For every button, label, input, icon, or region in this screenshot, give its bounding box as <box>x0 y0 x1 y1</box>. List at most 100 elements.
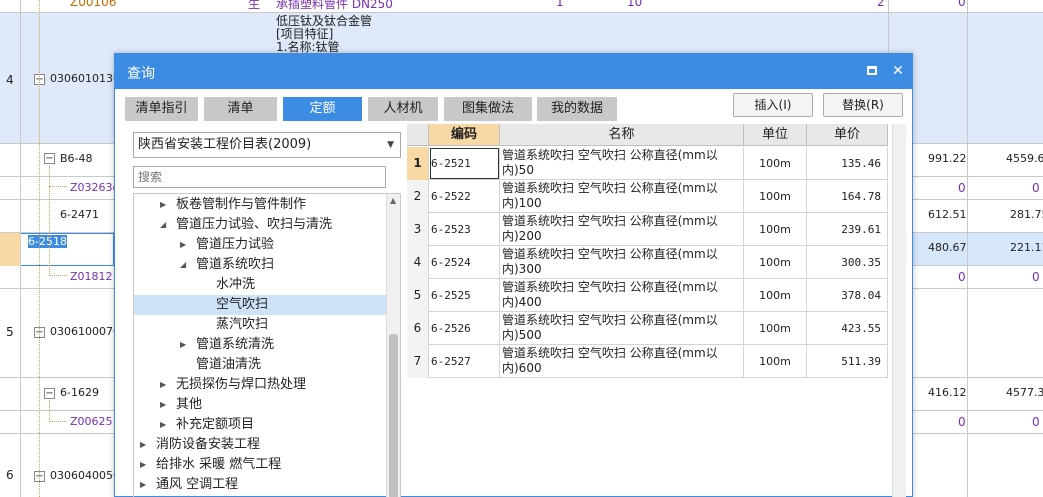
grid-header-name[interactable]: 名称 <box>500 124 744 146</box>
row-number[interactable]: 7 <box>407 345 429 378</box>
tree-node[interactable]: ◢ 管道压力试验、吹扫与清洗 <box>134 215 386 235</box>
row-code[interactable]: 6-2525 <box>429 279 500 312</box>
grid-header-price[interactable]: 单价 <box>807 124 888 146</box>
collapsed-arrow-icon[interactable]: ▶ <box>140 455 146 475</box>
row-unit[interactable]: 100m <box>744 180 807 213</box>
row-code[interactable]: 6-2522 <box>429 180 500 213</box>
row-name[interactable]: 管道系统吹扫 空气吹扫 公称直径(mm以内)100 <box>500 180 744 213</box>
tab-list[interactable]: 清单 <box>204 97 277 121</box>
table-row[interactable]: 2 6-2522 管道系统吹扫 空气吹扫 公称直径(mm以内)100 100m 164.… <box>407 180 888 213</box>
tab-atlas-method[interactable]: 图集做法 <box>444 97 532 121</box>
row-price[interactable]: 423.55 <box>807 312 888 345</box>
tree-node[interactable]: ▶ 通风 空调工程 <box>134 475 386 495</box>
tree-node[interactable]: ▶ 管道系统清洗 <box>134 335 386 355</box>
scroll-up-icon[interactable]: ▲ <box>390 196 396 205</box>
row-v1: 991.22 <box>928 152 967 165</box>
tree-node[interactable]: 水冲洗 <box>134 275 386 295</box>
row-name[interactable]: 管道系统吹扫 空气吹扫 公称直径(mm以内)300 <box>500 246 744 279</box>
row-price[interactable]: 135.46 <box>807 147 888 180</box>
tree-node-label: 通风 空调工程 <box>156 477 239 492</box>
collapse-icon[interactable]: − <box>44 388 55 399</box>
table-row[interactable]: 6 6-2526 管道系统吹扫 空气吹扫 公称直径(mm以内)500 100m 423.… <box>407 312 888 345</box>
collapsed-arrow-icon[interactable]: ▶ <box>180 235 186 255</box>
collapsed-arrow-icon[interactable]: ▶ <box>140 475 146 495</box>
row-unit[interactable]: 100m <box>744 213 807 246</box>
dialog-titlebar[interactable]: 查询 ✕ <box>115 54 912 89</box>
search-input[interactable] <box>133 166 386 188</box>
tree-node[interactable]: ▶ 无损探伤与焊口热处理 <box>134 375 386 395</box>
row-number[interactable]: 6 <box>407 312 429 345</box>
table-row[interactable]: 5 6-2525 管道系统吹扫 空气吹扫 公称直径(mm以内)400 100m 378.… <box>407 279 888 312</box>
library-select[interactable]: 陕西省安装工程价目表(2009) ▼ <box>133 132 401 158</box>
tree-node[interactable]: ▶ 补充定额项目 <box>134 415 386 435</box>
tab-quota[interactable]: 定额 <box>283 97 362 121</box>
row-price[interactable]: 239.61 <box>807 213 888 246</box>
scroll-thumb[interactable] <box>389 334 398 497</box>
collapsed-arrow-icon[interactable]: ▶ <box>180 335 186 355</box>
row-code[interactable]: 6-2521 <box>429 147 500 180</box>
grid-header-unit[interactable]: 单位 <box>744 124 807 146</box>
close-icon[interactable]: ✕ <box>889 62 907 80</box>
table-row[interactable]: 4 6-2524 管道系统吹扫 空气吹扫 公称直径(mm以内)300 100m 300.… <box>407 246 888 279</box>
row-price[interactable]: 164.78 <box>807 180 888 213</box>
row-number[interactable]: 5 <box>407 279 429 312</box>
row-unit[interactable]: 100m <box>744 147 807 180</box>
table-row[interactable]: 1 6-2521 管道系统吹扫 空气吹扫 公称直径(mm以内)50 100m 135.4… <box>407 147 888 180</box>
row-code[interactable]: 6-2527 <box>429 345 500 378</box>
collapsed-arrow-icon[interactable]: ▶ <box>160 395 166 415</box>
row-unit[interactable]: 100m <box>744 246 807 279</box>
row-number[interactable]: 3 <box>407 213 429 246</box>
collapse-icon[interactable]: − <box>44 153 55 164</box>
collapsed-arrow-icon[interactable]: ▶ <box>140 435 146 455</box>
row-name[interactable]: 管道系统吹扫 空气吹扫 公称直径(mm以内)50 <box>500 147 744 180</box>
collapsed-arrow-icon[interactable]: ▶ <box>160 375 166 395</box>
row-number[interactable]: 1 <box>407 147 429 180</box>
row-number[interactable]: 2 <box>407 180 429 213</box>
collapsed-arrow-icon[interactable]: ▶ <box>160 195 166 215</box>
table-row[interactable]: 7 6-2527 管道系统吹扫 空气吹扫 公称直径(mm以内)600 100m 511.… <box>407 345 888 378</box>
row-name[interactable]: 管道系统吹扫 空气吹扫 公称直径(mm以内)600 <box>500 345 744 378</box>
row-v2: 0 <box>1032 415 1040 429</box>
row-unit[interactable]: 100m <box>744 312 807 345</box>
tree-node[interactable]: 空气吹扫 <box>134 295 386 315</box>
expanded-arrow-icon[interactable]: ◢ <box>160 215 166 235</box>
tree-node[interactable]: ▶ 其他 <box>134 395 386 415</box>
row-code[interactable]: 6-2523 <box>429 213 500 246</box>
row-number[interactable]: 4 <box>407 246 429 279</box>
collapsed-arrow-icon[interactable]: ▶ <box>160 415 166 435</box>
expanded-arrow-icon[interactable]: ◢ <box>180 255 186 275</box>
tree-scrollbar[interactable]: ▲ <box>386 194 400 497</box>
tree-node[interactable]: ◢ 管道系统吹扫 <box>134 255 386 275</box>
row-unit[interactable]: 100m <box>744 279 807 312</box>
row-name[interactable]: 管道系统吹扫 空气吹扫 公称直径(mm以内)400 <box>500 279 744 312</box>
row-code[interactable]: 6-2524 <box>429 246 500 279</box>
tree-node[interactable]: ▶ 板卷管制作与管件制作 <box>134 195 386 215</box>
row-code: B6-48 <box>60 152 93 165</box>
tree-node[interactable]: ▶ 消防设备安装工程 <box>134 435 386 455</box>
tab-labor-material[interactable]: 人材机 <box>368 97 438 121</box>
tree-node[interactable]: ▶ 管道压力试验 <box>134 235 386 255</box>
tree-node-label: 补充定额项目 <box>176 417 255 432</box>
row-price[interactable]: 511.39 <box>807 345 888 378</box>
tab-my-data[interactable]: 我的数据 <box>537 97 617 121</box>
maximize-icon[interactable] <box>863 62 881 80</box>
tree-node[interactable]: 管道油清洗 <box>134 355 386 375</box>
grid-header-code[interactable]: 编码 <box>429 124 500 146</box>
tab-list-guide[interactable]: 清单指引 <box>125 97 198 121</box>
row-code: 6-2471 <box>60 208 99 221</box>
row-code[interactable]: 6-2526 <box>429 312 500 345</box>
replace-button[interactable]: 替换(R) <box>823 93 903 117</box>
row-name[interactable]: 管道系统吹扫 空气吹扫 公称直径(mm以内)200 <box>500 213 744 246</box>
row-price[interactable]: 378.04 <box>807 279 888 312</box>
tree-node[interactable]: ▶ 给排水 采暖 燃气工程 <box>134 455 386 475</box>
chevron-down-icon[interactable]: ▼ <box>387 133 394 157</box>
grid-scrollbar[interactable] <box>892 124 906 497</box>
insert-button[interactable]: 插入(I) <box>733 93 813 117</box>
table-row[interactable]: Z00106 承插塑料管件 DN250 生 1 10 2 0 <box>0 0 1043 13</box>
table-row[interactable]: 3 6-2523 管道系统吹扫 空气吹扫 公称直径(mm以内)200 100m 239.… <box>407 213 888 246</box>
row-name[interactable]: 管道系统吹扫 空气吹扫 公称直径(mm以内)500 <box>500 312 744 345</box>
row-v2: 0 <box>1032 270 1040 284</box>
row-price[interactable]: 300.35 <box>807 246 888 279</box>
tree-node[interactable]: 蒸汽吹扫 <box>134 315 386 335</box>
row-unit[interactable]: 100m <box>744 345 807 378</box>
